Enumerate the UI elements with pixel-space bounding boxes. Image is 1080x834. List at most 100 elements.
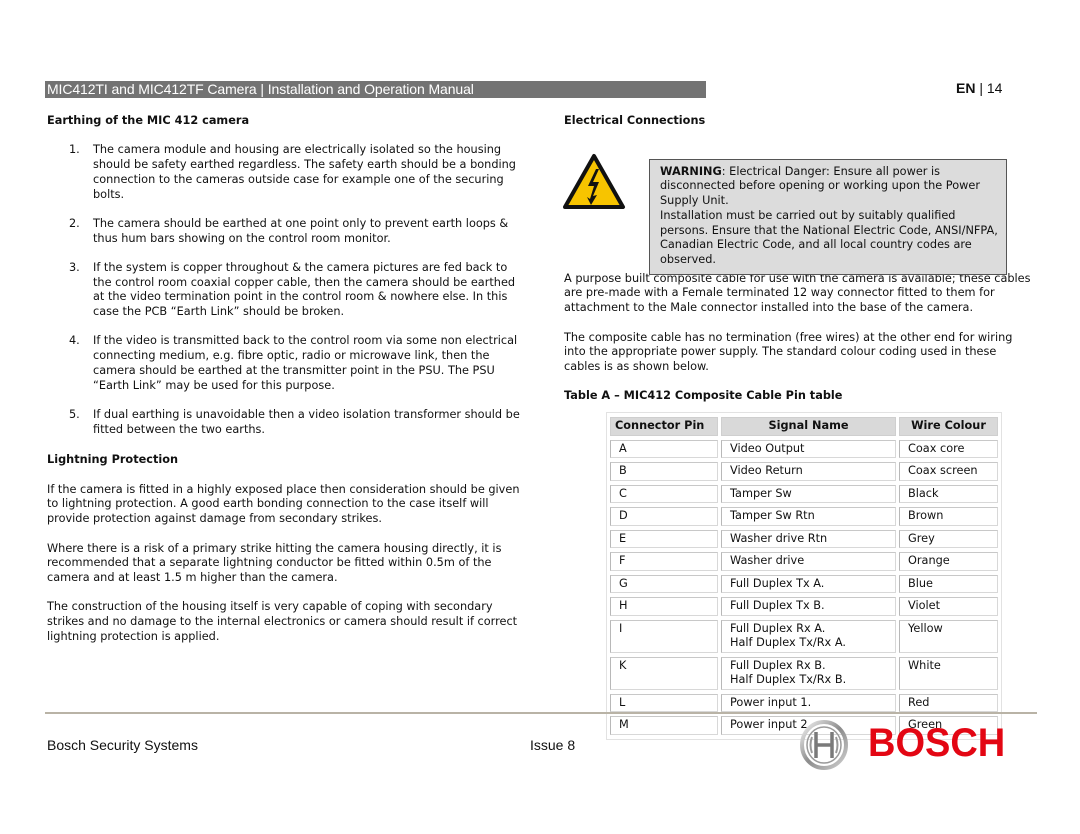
list-number: 1. [69,143,80,157]
cell-connector-pin: K [610,656,718,690]
cell-connector-pin: C [610,484,718,504]
cell-signal-name: Washer drive [721,552,896,571]
page-separator: | [979,80,983,96]
list-text: If dual earthing is unavoidable then a v… [93,407,520,436]
cell-wire-colour: Black [899,484,998,504]
bosch-emblem-icon [800,720,848,770]
cell-signal-name: Video Output [721,439,896,459]
cell-connector-pin: B [610,462,718,481]
cell-connector-pin: D [610,507,718,526]
cell-signal-name: Washer drive Rtn [721,529,896,549]
cell-signal-name: Full Duplex Rx B. Half Duplex Tx/Rx B. [721,656,896,690]
pin-table: Connector Pin Signal Name Wire Colour AV… [606,412,1002,740]
list-item: 2. The camera should be earthed at one po… [47,217,522,246]
left-column: Earthing of the MIC 412 camera 1. The cam… [47,114,522,659]
cell-wire-colour: Orange [899,552,998,571]
warning-box: WARNING: Electrical Danger: Ensure all p… [649,158,1007,275]
language-code: EN [956,80,976,96]
signal-line: Video Return [730,464,803,478]
signal-line: Full Duplex Rx B. [730,658,826,672]
cell-connector-pin: I [610,619,718,653]
cell-connector-pin: E [610,529,718,549]
cell-connector-pin: M [610,716,718,735]
cell-wire-colour: Coax core [899,439,998,459]
list-text: If the video is transmitted back to the … [93,334,518,392]
cell-connector-pin: G [610,574,718,594]
signal-line: Tamper Sw [730,486,792,500]
cell-wire-colour: Blue [899,574,998,594]
table-header-row: Connector Pin Signal Name Wire Colour [610,417,998,436]
page-indicator: EN | 14 [956,80,1002,96]
bosch-logo: BOSCH [868,721,1006,765]
signal-line-2: Half Duplex Tx/Rx B. [730,673,847,687]
lightning-heading: Lightning Protection [47,453,179,467]
cell-wire-colour: Brown [899,507,998,526]
earthing-heading: Earthing of the MIC 412 camera [47,114,250,127]
cell-wire-colour: Coax screen [899,462,998,481]
cell-wire-colour: Grey [899,529,998,549]
list-item: 4. If the video is transmitted back to th… [47,334,522,393]
page-number: 14 [986,80,1003,96]
table-row: K Full Duplex Rx B. Half Duplex Tx/Rx B. Wh… [610,656,998,690]
table-row: B Video Return Coax screen [610,462,998,481]
signal-line: Full Duplex Tx B. [730,599,825,613]
signal-line: Video Output [730,441,805,455]
cell-wire-colour: Violet [899,597,998,616]
cell-wire-colour: Yellow [899,619,998,653]
list-item: 5. If dual earthing is unavoidable then a… [47,408,522,437]
document-title: MIC412TI and MIC412TF Camera | Installat… [47,81,474,97]
list-text: If the system is copper throughout & the… [93,260,516,319]
pin-table-body: A Video Output Coax core B Video Return Coax … [610,439,998,735]
list-number: 4. [69,334,80,348]
cell-wire-colour: White [899,656,998,690]
right-column: Electrical Connections WARNING: Electric… [563,114,1034,740]
table-row: D Tamper Sw Rtn Brown [610,507,998,526]
table-row: I Full Duplex Rx A. Half Duplex Tx/Rx A. Ye… [610,619,998,653]
cell-signal-name: Full Duplex Tx A. [721,574,896,594]
header-wire-colour: Wire Colour [899,417,998,436]
table-row: H Full Duplex Tx B. Violet [610,597,998,616]
paragraph: The composite cable has no termination (… [564,330,1013,373]
cell-signal-name: Video Return [721,462,896,481]
paragraph: If the camera is fitted in a highly expo… [47,482,520,526]
footer-issue: Issue 8 [530,737,576,753]
warning-label: WARNING [660,164,722,178]
cell-connector-pin: L [610,693,718,713]
electrical-heading: Electrical Connections [564,114,706,127]
earthing-list: 1. The camera module and housing are elec… [47,143,522,437]
table-row: C Tamper Sw Black [610,484,998,504]
cell-signal-name: Power input 1. [721,693,896,713]
document-title-bar: MIC412TI and MIC412TF Camera | Installat… [45,81,706,98]
cell-signal-name: Tamper Sw Rtn [721,507,896,526]
electrical-hazard-icon [563,153,625,209]
footer-divider [45,712,1037,714]
list-item: 1. The camera module and housing are elec… [47,143,522,202]
warning-section: WARNING: Electrical Danger: Ensure all p… [563,139,1034,275]
table-row: L Power input 1. Red [610,693,998,713]
signal-line: Washer drive Rtn [730,531,828,545]
cell-connector-pin: F [610,552,718,571]
list-number: 2. [69,216,80,230]
signal-line: Power input 1. [730,695,812,709]
signal-line: Full Duplex Tx A. [730,576,825,590]
list-text: The camera module and housing are electr… [93,143,516,201]
cell-connector-pin: H [610,597,718,616]
paragraph: Where there is a risk of a primary strik… [47,541,502,584]
list-number: 3. [69,260,80,274]
cell-connector-pin: A [610,439,718,459]
header-connector-pin: Connector Pin [610,417,718,436]
cell-signal-name: Full Duplex Rx A. Half Duplex Tx/Rx A. [721,619,896,653]
list-number: 5. [69,407,80,421]
cell-signal-name: Tamper Sw [721,484,896,504]
cell-wire-colour: Red [899,693,998,713]
table-row: F Washer drive Orange [610,552,998,571]
table-row: A Video Output Coax core [610,439,998,459]
signal-line-2: Half Duplex Tx/Rx A. [730,636,846,650]
cell-signal-name: Full Duplex Tx B. [721,597,896,616]
table-row: E Washer drive Rtn Grey [610,529,998,549]
list-text: The camera should be earthed at one poin… [93,216,509,245]
warning-text-2: Installation must be carried out by suit… [660,208,998,266]
footer-company: Bosch Security Systems [47,737,198,753]
table-caption: Table A – MIC412 Composite Cable Pin tab… [564,389,843,403]
header-signal-name: Signal Name [721,417,896,436]
